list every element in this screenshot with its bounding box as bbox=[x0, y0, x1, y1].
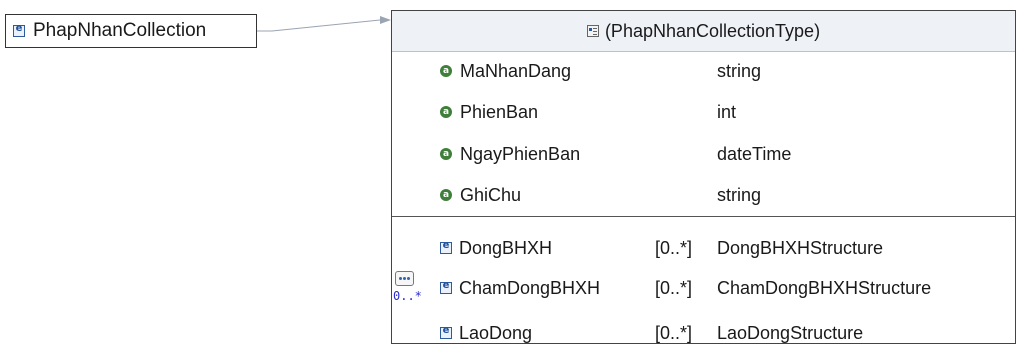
complex-type-name: (PhapNhanCollectionType) bbox=[604, 20, 821, 41]
child-element-multiplicity: [0..*] bbox=[655, 322, 693, 343]
attribute-type: string bbox=[717, 184, 762, 205]
child-element-type: ChamDongBHXHStructure bbox=[717, 277, 932, 298]
child-element-multiplicity: [0..*] bbox=[655, 237, 693, 258]
attribute-name: MaNhanDang bbox=[460, 60, 572, 81]
attribute-type: dateTime bbox=[717, 143, 792, 164]
child-element-row[interactable]: DongBHXH [0..*] DongBHXHStructure bbox=[392, 230, 1012, 266]
root-connector-line bbox=[271, 19, 381, 32]
child-element-name: ChamDongBHXH bbox=[459, 277, 601, 298]
attribute-name: NgayPhienBan bbox=[460, 143, 581, 164]
attributes-divider bbox=[392, 216, 1015, 217]
root-element-box[interactable]: PhapNhanCollection bbox=[5, 14, 257, 48]
child-element-row[interactable]: ChamDongBHXH [0..*] ChamDongBHXHStructur… bbox=[392, 270, 1012, 306]
child-element-name: DongBHXH bbox=[459, 237, 553, 258]
child-element-name: LaoDong bbox=[459, 322, 533, 343]
complex-type-icon bbox=[586, 25, 599, 37]
attribute-name: PhienBan bbox=[460, 101, 539, 122]
child-element-type: LaoDongStructure bbox=[717, 322, 864, 343]
element-icon bbox=[13, 23, 25, 37]
root-element-name: PhapNhanCollection bbox=[33, 20, 207, 41]
attribute-icon: a bbox=[440, 106, 452, 118]
element-icon bbox=[440, 240, 452, 254]
child-element-row[interactable]: LaoDong [0..*] LaoDongStructure bbox=[392, 315, 1012, 351]
attribute-name: GhiChu bbox=[460, 184, 522, 205]
attribute-type: string bbox=[717, 60, 762, 81]
element-icon bbox=[440, 325, 452, 339]
attribute-icon: a bbox=[440, 148, 452, 160]
child-element-multiplicity: [0..*] bbox=[655, 277, 693, 298]
attribute-icon: a bbox=[440, 65, 452, 77]
complex-type-header[interactable]: (PhapNhanCollectionType) bbox=[392, 11, 1015, 52]
attribute-type: int bbox=[717, 101, 737, 122]
connector-arrowhead bbox=[380, 16, 391, 24]
child-element-type: DongBHXHStructure bbox=[717, 237, 884, 258]
complex-type-box[interactable]: (PhapNhanCollectionType) a MaNhanDang st… bbox=[391, 10, 1016, 344]
element-icon bbox=[440, 280, 452, 294]
attribute-icon: a bbox=[440, 189, 452, 201]
